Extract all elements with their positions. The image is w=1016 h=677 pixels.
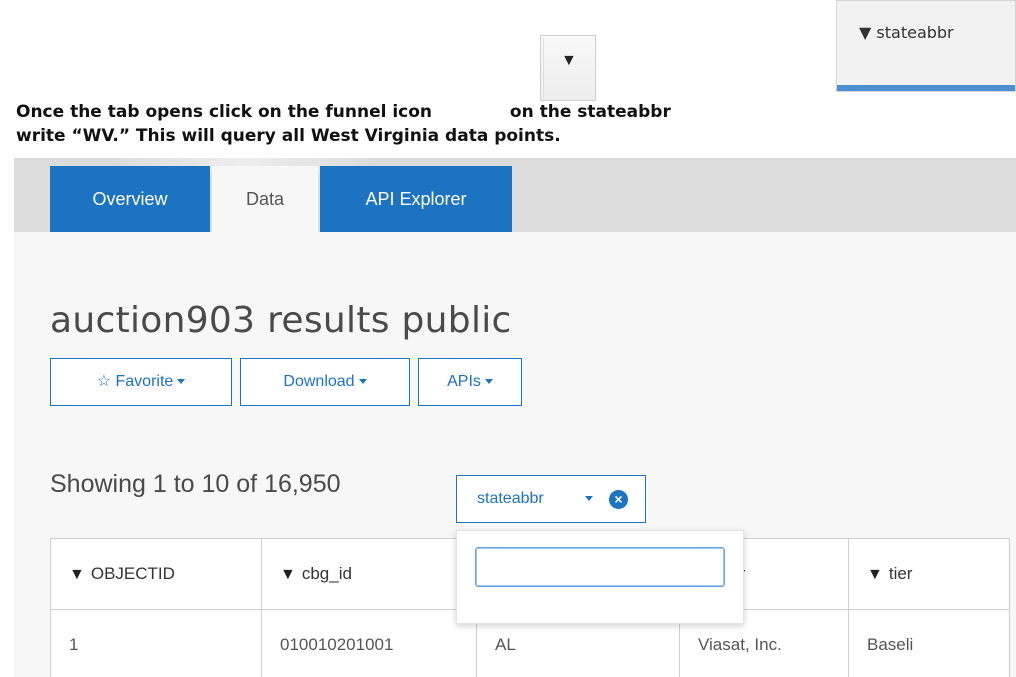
underline-bar — [837, 85, 1015, 91]
funnel-icon[interactable]: ▼ — [867, 566, 883, 583]
header-label: tier — [888, 564, 913, 583]
favorite-button[interactable]: ☆ Favorite — [50, 358, 232, 406]
caret-down-icon — [484, 379, 493, 385]
stateabbr-filter-chip[interactable]: stateabbr × — [456, 475, 646, 523]
tab-bar: Overview Data API Explorer — [14, 158, 1016, 232]
header-label: cbg_id — [301, 564, 352, 583]
apis-label: APIs — [447, 373, 481, 390]
funnel-icon: ▼ — [859, 23, 872, 42]
table-cell: 1 — [50, 609, 262, 677]
funnel-icon: ▼ — [561, 52, 577, 69]
filter-popover — [456, 530, 744, 624]
download-label: Download — [283, 373, 355, 390]
filter-value-input[interactable] — [475, 547, 725, 587]
tab-api-explorer[interactable]: API Explorer — [320, 166, 512, 232]
instruction-line1-part1: Once the tab opens click on the funnel i… — [16, 102, 433, 122]
divider — [543, 38, 544, 98]
instruction-line1-part2: on the stateabbr — [509, 102, 671, 122]
instruction-text: Once the tab opens click on the funnel i… — [16, 100, 736, 148]
caret-down-icon[interactable] — [585, 496, 593, 501]
data-page-screenshot: Overview Data API Explorer auction903 re… — [14, 158, 1016, 677]
apis-button[interactable]: APIs — [418, 358, 522, 406]
caret-down-icon — [358, 379, 367, 385]
funnel-icon-inset: ▼ — [540, 35, 596, 101]
column-header-cbg-id[interactable]: ▼ cbg_id — [261, 538, 477, 610]
column-header-tier[interactable]: ▼ tier — [848, 538, 1010, 610]
table-cell: Baseli — [848, 609, 1010, 677]
tab-overview[interactable]: Overview — [50, 166, 210, 232]
instruction-line2: write “WV.” This will query all West Vir… — [16, 126, 561, 146]
stateabbr-header-inset: ▼ stateabbr — [836, 0, 1016, 92]
star-icon: ☆ — [96, 373, 112, 390]
column-header-objectid[interactable]: ▼ OBJECTID — [50, 538, 262, 610]
funnel-icon[interactable]: ▼ — [69, 566, 85, 583]
filter-chip-label: stateabbr — [477, 490, 544, 507]
download-button[interactable]: Download — [240, 358, 410, 406]
caret-down-icon — [177, 379, 186, 385]
favorite-label: Favorite — [115, 373, 174, 390]
table-cell: 010010201001 — [261, 609, 477, 677]
header-label: OBJECTID — [90, 564, 175, 583]
stateabbr-inset-label: stateabbr — [876, 23, 954, 42]
tab-data[interactable]: Data — [212, 166, 318, 232]
showing-count: Showing 1 to 10 of 16,950 — [50, 470, 341, 498]
clear-filter-icon[interactable]: × — [609, 490, 628, 509]
dataset-title: auction903 results public — [50, 300, 512, 341]
funnel-icon[interactable]: ▼ — [280, 566, 296, 583]
